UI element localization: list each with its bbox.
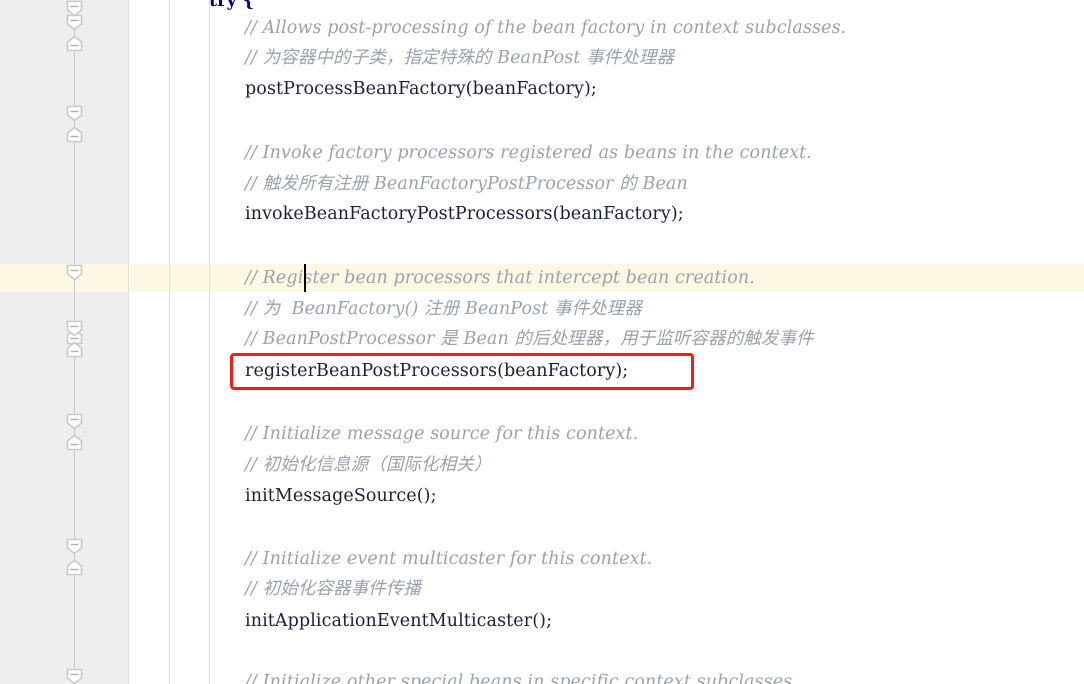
code-statement-text: postProcessBeanFactory(beanFactory); — [245, 79, 597, 99]
code-line[interactable]: // 初始化容器事件传播 — [0, 575, 1084, 603]
code-line[interactable]: // 为容器中的子类，指定特殊的 BeanPost 事件处理器 — [0, 44, 1084, 72]
code-comment-text: // Initialize other special beans in spe… — [245, 672, 798, 684]
code-comment-text: // 触发所有注册 BeanFactoryPostProcessor 的 Bea… — [245, 174, 688, 194]
code-statement-text: invokeBeanFactoryPostProcessors(beanFact… — [245, 204, 684, 224]
code-comment-text: // BeanPostProcessor 是 Bean 的后处理器，用于监听容器… — [245, 329, 814, 349]
code-line[interactable]: // 触发所有注册 BeanFactoryPostProcessor 的 Bea… — [0, 170, 1084, 198]
code-line[interactable]: // Initialize event multicaster for this… — [0, 545, 1084, 573]
code-line[interactable]: // 为 BeanFactory() 注册 BeanPost 事件处理器 — [0, 295, 1084, 323]
code-comment-text: // 初始化信息源（国际化相关） — [245, 455, 492, 475]
code-statement-text: try { — [209, 0, 255, 11]
text-caret — [304, 264, 306, 292]
code-line[interactable] — [0, 106, 1084, 134]
code-text-area[interactable]: try { // Allows post-processing of the be… — [0, 0, 1084, 684]
code-comment-text: // Invoke factory processors registered … — [245, 143, 812, 163]
code-line[interactable]: // Register bean processors that interce… — [0, 264, 1084, 292]
code-line[interactable]: initApplicationEventMulticaster(); — [0, 607, 1084, 635]
code-line[interactable] — [0, 232, 1084, 260]
code-comment-text: // Initialize event multicaster for this… — [245, 549, 653, 569]
code-line[interactable]: // Initialize message source for this co… — [0, 420, 1084, 448]
code-line[interactable] — [0, 389, 1084, 417]
code-line[interactable]: try { — [0, 0, 1084, 15]
code-statement-text: initApplicationEventMulticaster(); — [245, 611, 553, 631]
code-line[interactable]: // 初始化信息源（国际化相关） — [0, 451, 1084, 479]
code-comment-text: // 为 BeanFactory() 注册 BeanPost 事件处理器 — [245, 299, 642, 319]
code-comment-text: // Register bean processors that interce… — [245, 268, 755, 288]
code-comment-text: // Allows post-processing of the bean fa… — [245, 18, 847, 38]
code-comment-text: // 初始化容器事件传播 — [245, 579, 422, 599]
code-line[interactable]: // BeanPostProcessor 是 Bean 的后处理器，用于监听容器… — [0, 325, 1084, 353]
code-line[interactable]: // Allows post-processing of the bean fa… — [0, 14, 1084, 42]
red-highlight-box — [230, 353, 694, 390]
code-comment-text: // 为容器中的子类，指定特殊的 BeanPost 事件处理器 — [245, 48, 675, 68]
code-line[interactable]: // Initialize other special beans in spe… — [0, 668, 1084, 684]
code-editor[interactable]: try { // Allows post-processing of the be… — [0, 0, 1084, 684]
code-statement-text: initMessageSource(); — [245, 486, 437, 506]
code-line[interactable]: initMessageSource(); — [0, 482, 1084, 510]
code-line[interactable]: postProcessBeanFactory(beanFactory); — [0, 75, 1084, 103]
code-comment-text: // Initialize message source for this co… — [245, 424, 639, 444]
code-line[interactable] — [0, 638, 1084, 666]
code-line[interactable] — [0, 513, 1084, 541]
code-line[interactable]: invokeBeanFactoryPostProcessors(beanFact… — [0, 200, 1084, 228]
code-line[interactable]: // Invoke factory processors registered … — [0, 139, 1084, 167]
